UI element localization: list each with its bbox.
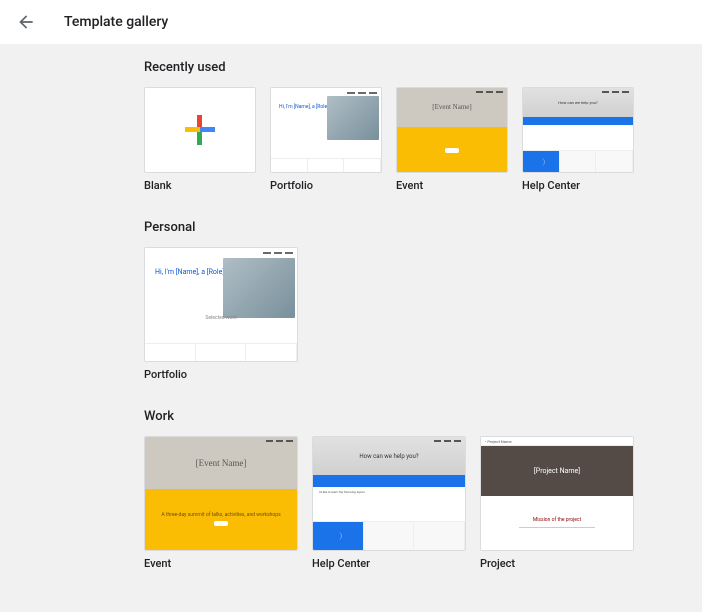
header: Template gallery xyxy=(0,0,702,44)
template-thumbnail: Hi, I'm [Name], a [Role] from [Location] xyxy=(270,87,382,173)
template-label: Project xyxy=(480,557,634,570)
template-sub-text: Selected work xyxy=(205,315,236,321)
back-button[interactable] xyxy=(12,8,40,36)
template-label: Event xyxy=(396,179,508,192)
template-hero-text: How can we help you? xyxy=(558,100,598,105)
template-card-portfolio[interactable]: Hi, I'm [Name], a [Role] from [Location]… xyxy=(270,87,382,192)
template-mid-text: I'd like to learn the following topics xyxy=(313,487,465,521)
template-hero-text: [Event Name] xyxy=(196,458,247,468)
template-card-help-center[interactable]: How can we help you? I'd like to learn t… xyxy=(312,436,466,570)
template-thumbnail: [Event Name] xyxy=(396,87,508,173)
template-thumbnail: Hi, I'm [Name], a [Role] from [Location]… xyxy=(144,247,298,362)
section-recently-used: Recently used Blank Hi, I'm [Name], a [R… xyxy=(144,60,702,192)
template-card-portfolio[interactable]: Hi, I'm [Name], a [Role] from [Location]… xyxy=(144,247,298,381)
template-thumbnail: [Event Name] A three-day summit of talks… xyxy=(144,436,298,551)
template-card-help-center[interactable]: How can we help you? Help Center xyxy=(522,87,634,192)
section-title: Personal xyxy=(144,220,702,235)
template-label: Portfolio xyxy=(270,179,382,192)
template-cards: Blank Hi, I'm [Name], a [Role] from [Loc… xyxy=(144,87,702,192)
content: Recently used Blank Hi, I'm [Name], a [R… xyxy=(0,44,702,570)
template-card-blank[interactable]: Blank xyxy=(144,87,256,192)
arrow-left-icon xyxy=(16,12,36,32)
template-hero-text: How can we help you? xyxy=(359,453,418,460)
section-title: Work xyxy=(144,409,702,424)
section-work: Work [Event Name] A three-day summit of … xyxy=(144,409,702,570)
template-label: Help Center xyxy=(312,557,466,570)
template-card-event[interactable]: [Event Name] A three-day summit of talks… xyxy=(144,436,298,570)
template-desc-text: A three-day summit of talks, activities,… xyxy=(151,512,290,518)
template-label: Portfolio xyxy=(144,368,298,381)
section-personal: Personal Hi, I'm [Name], a [Role] from [… xyxy=(144,220,702,381)
template-hero-text: [Project Name] xyxy=(534,467,580,475)
template-thumbnail: How can we help you? I'd like to learn t… xyxy=(312,436,466,551)
page-title: Template gallery xyxy=(64,14,168,30)
section-title: Recently used xyxy=(144,60,702,75)
plus-icon xyxy=(185,115,215,145)
template-mission-text: Mission of the project xyxy=(533,517,581,523)
template-hero-text: [Event Name] xyxy=(432,103,471,111)
template-label: Blank xyxy=(144,179,256,192)
template-bar-text: • Project Name xyxy=(481,437,633,446)
template-card-project[interactable]: • Project Name [Project Name] Mission of… xyxy=(480,436,634,570)
template-card-event[interactable]: [Event Name] Event xyxy=(396,87,508,192)
template-label: Help Center xyxy=(522,179,634,192)
template-label: Event xyxy=(144,557,298,570)
template-thumbnail xyxy=(144,87,256,173)
template-thumbnail: How can we help you? xyxy=(522,87,634,173)
template-cards: [Event Name] A three-day summit of talks… xyxy=(144,436,702,570)
template-cards: Hi, I'm [Name], a [Role] from [Location]… xyxy=(144,247,702,381)
template-thumbnail: • Project Name [Project Name] Mission of… xyxy=(480,436,634,551)
